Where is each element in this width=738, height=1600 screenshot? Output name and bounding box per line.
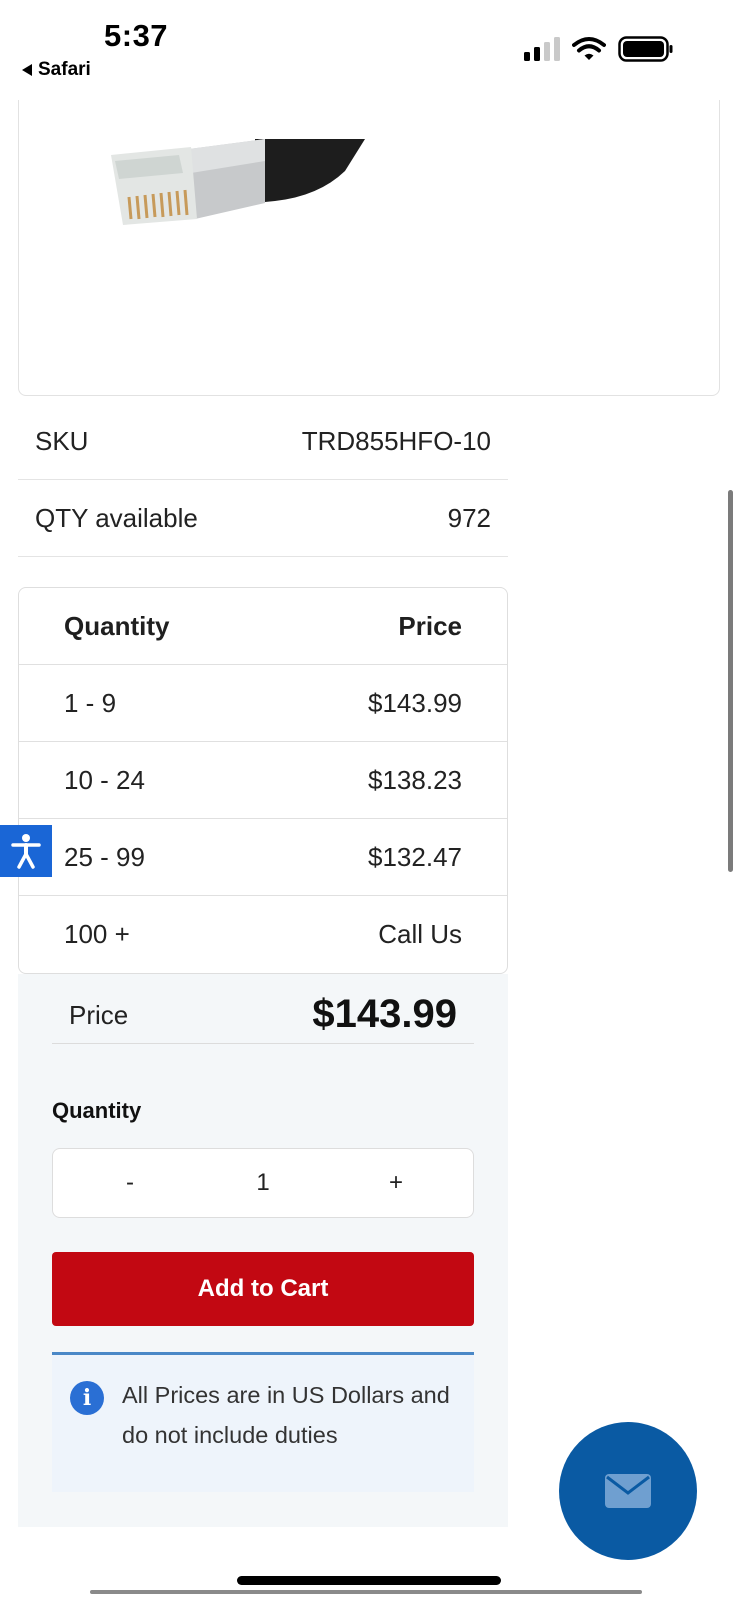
tier-price: $132.47 (368, 841, 462, 872)
product-image-card[interactable] (18, 60, 720, 396)
price-summary: Price $143.99 (52, 982, 474, 1044)
table-header-row: Quantity Price (19, 588, 507, 665)
mail-icon (605, 1474, 651, 1508)
accessibility-button[interactable] (0, 825, 52, 877)
ethernet-connector-image (111, 139, 365, 225)
contact-chat-button[interactable] (559, 1422, 697, 1560)
back-arrow-icon (22, 64, 32, 76)
quantity-range: 10 - 24 (64, 764, 145, 795)
table-row: 25 - 99 $132.47 (19, 819, 507, 896)
cellular-signal-icon (524, 37, 560, 61)
quantity-range: 1 - 9 (64, 687, 117, 718)
quantity-field[interactable]: 1 (256, 1169, 269, 1197)
price-value: $143.99 (312, 992, 457, 1036)
spec-value: 972 (447, 503, 491, 533)
back-app-label: Safari (38, 59, 91, 80)
accessibility-icon (11, 834, 41, 869)
back-to-safari[interactable]: Safari (22, 59, 91, 81)
tier-price: $138.23 (368, 764, 462, 795)
decrement-button[interactable]: - (115, 1169, 145, 1197)
purchase-box: Price $143.99 Quantity - 1 + Add to Cart… (18, 974, 508, 1527)
home-indicator[interactable] (237, 1576, 501, 1585)
tier-price: Call Us (378, 919, 462, 949)
tier-price: $143.99 (368, 687, 462, 718)
table-row: 10 - 24 $138.23 (19, 742, 507, 819)
spec-label: QTY available (35, 503, 198, 533)
currency-notice: i All Prices are in US Dollars and do no… (52, 1352, 474, 1492)
add-to-cart-button[interactable]: Add to Cart (52, 1252, 474, 1326)
notice-text: All Prices are in US Dollars and do not … (122, 1382, 450, 1448)
quantity-label: Quantity (52, 1098, 142, 1123)
clock: 5:37 (104, 18, 169, 53)
spec-row-qty-available: QTY available 972 (18, 481, 508, 557)
table-row: 100 + Call Us (19, 896, 507, 973)
spec-label: SKU (35, 426, 89, 456)
info-icon: i (70, 1381, 104, 1415)
table-row: 1 - 9 $143.99 (19, 665, 507, 742)
price-label: Price (69, 1000, 129, 1030)
quantity-stepper: - 1 + (52, 1148, 474, 1218)
spec-value: TRD855HFO-10 (301, 426, 491, 456)
page-scrollbar[interactable] (728, 490, 733, 872)
wifi-icon (572, 37, 606, 60)
quantity-range: 25 - 99 (64, 841, 145, 872)
status-bar: 5:37 Safari (0, 0, 738, 100)
column-header-price: Price (398, 610, 462, 641)
volume-price-table: Quantity Price 1 - 9 $143.99 10 - 24 $13… (18, 587, 508, 974)
browser-bottom-bar (90, 1590, 642, 1594)
battery-icon (618, 36, 673, 62)
quantity-range: 100 + (64, 919, 130, 949)
increment-button[interactable]: + (381, 1169, 411, 1197)
column-header-quantity: Quantity (64, 610, 170, 641)
spec-row-sku: SKU TRD855HFO-10 (18, 404, 508, 480)
